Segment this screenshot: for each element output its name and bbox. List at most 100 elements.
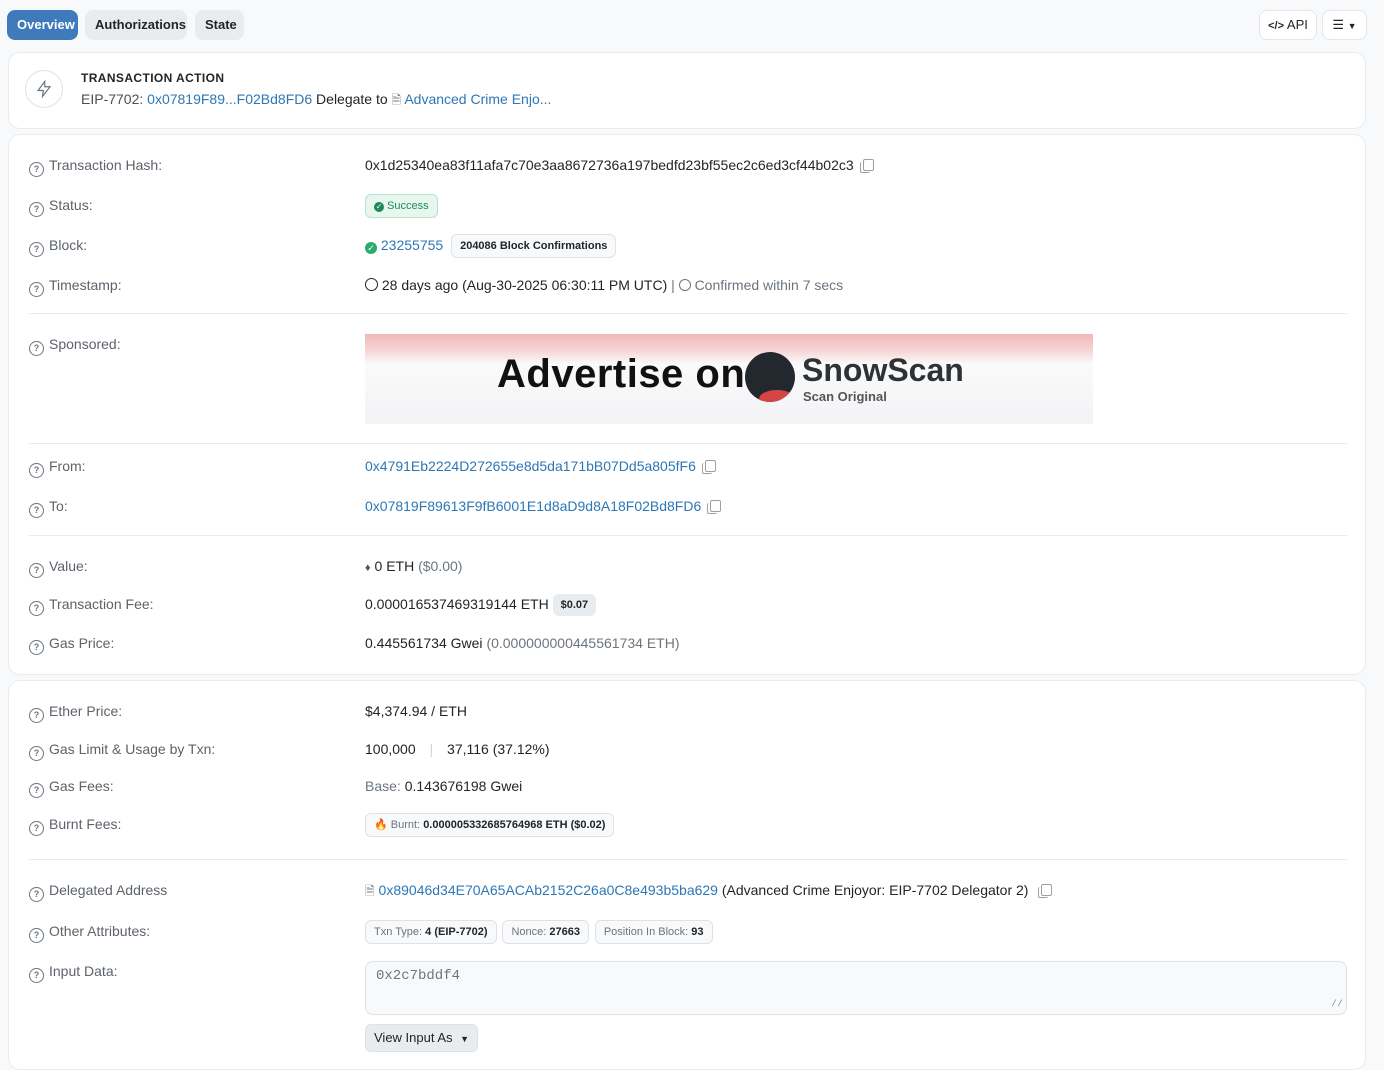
ether-price-label: Ether Price: — [49, 703, 123, 719]
help-icon: ? — [29, 928, 44, 943]
contract-file-icon: 🗎 — [391, 93, 402, 107]
from-label: From: — [49, 458, 86, 474]
other-attributes-row: ? Other Attributes: Txn Type: 4 (EIP-7702… — [29, 919, 1347, 945]
other-attributes-label: Other Attributes: — [49, 923, 151, 939]
to-row: ? To: 0x07819F89613F9fB6001E1d8aD9d8A18F0… — [29, 494, 1347, 518]
input-data-textarea[interactable]: 0x2c7bddf4 ⁄⁄ — [365, 961, 1347, 1015]
value-usd: ($0.00) — [418, 558, 463, 574]
burnt-fees-row: ? Burnt Fees: 🔥 Burnt: 0.0000053326857649… — [29, 812, 1347, 838]
fire-icon: 🔥 — [374, 819, 388, 832]
divider — [29, 443, 1347, 444]
timestamp-label: Timestamp: — [49, 277, 122, 293]
tab-state[interactable]: State — [195, 10, 244, 40]
help-icon: ? — [29, 563, 44, 578]
help-icon: ? — [29, 202, 44, 217]
check-circle-icon: ✓ — [365, 242, 377, 254]
help-icon: ? — [29, 640, 44, 655]
delegated-address-link[interactable]: 0x89046d34E70A65ACAb2152C26a0C8e493b5ba6… — [379, 882, 718, 898]
txn-type-badge: Txn Type: 4 (EIP-7702) — [365, 920, 497, 945]
confirmations-badge: 204086 Block Confirmations — [451, 234, 617, 259]
help-icon: ? — [29, 503, 44, 518]
value-label: Value: — [49, 558, 88, 574]
gas-price-eth: (0.000000000445561734 ETH) — [486, 635, 680, 651]
contract-file-icon: 🗎 — [365, 884, 375, 898]
chevron-down-icon: ▼ — [1347, 21, 1357, 31]
divider — [29, 535, 1347, 536]
api-label: API — [1286, 17, 1308, 32]
options-button[interactable]: ☰ ▼ — [1322, 10, 1367, 40]
timestamp-separator: | — [671, 277, 675, 293]
gas-price-gwei: 0.445561734 Gwei — [365, 635, 483, 651]
status-badge: ✓ Success — [365, 194, 438, 219]
stopwatch-icon — [678, 279, 691, 291]
sponsored-label: Sponsored: — [49, 336, 121, 352]
delegated-label: Delegated Address — [49, 882, 168, 898]
position-badge: Position In Block: 93 — [594, 920, 713, 945]
input-data-value: 0x2c7bddf4 — [376, 968, 461, 984]
gas-limit-value: 100,000 — [365, 741, 416, 757]
status-row: ? Status: ✓ Success — [29, 193, 1347, 219]
gas-price-label: Gas Price: — [49, 635, 115, 651]
divider — [29, 313, 1347, 314]
action-target-link[interactable]: Advanced Crime Enjo... — [404, 91, 551, 107]
action-address-link[interactable]: 0x07819F89...F02Bd8FD6 — [147, 91, 312, 107]
action-line: EIP-7702: 0x07819F89...F02Bd8FD6 Delegat… — [81, 91, 551, 112]
view-input-label: View Input As — [374, 1030, 453, 1045]
gas-limit-label: Gas Limit & Usage by Txn: — [49, 741, 216, 757]
view-input-as-button[interactable]: View Input As ▼ — [365, 1024, 479, 1052]
help-icon: ? — [29, 463, 44, 478]
help-icon: ? — [29, 708, 44, 723]
tx-hash-row: ? Transaction Hash: 0x1d25340ea83f11afa7c… — [29, 153, 1347, 177]
confirmed-within: Confirmed within 7 secs — [694, 277, 844, 293]
copy-icon[interactable] — [1038, 884, 1053, 898]
more-details-card: ? Ether Price: $4,374.94 / ETH ? Gas Limit… — [8, 680, 1366, 1070]
from-address-link[interactable]: 0x4791Eb2224D272655e8d5da171bB07Dd5a805f… — [365, 458, 696, 474]
sponsored-banner[interactable]: Advertise on SnowScan Scan Original — [365, 334, 1093, 424]
gas-fees-row: ? Gas Fees: Base: 0.143676198 Gwei — [29, 774, 1347, 798]
fee-label: Transaction Fee: — [49, 596, 154, 612]
help-icon: ? — [29, 601, 44, 616]
action-prefix: EIP-7702: — [81, 91, 144, 107]
divider — [29, 859, 1347, 860]
help-icon: ? — [29, 341, 44, 356]
block-label: Block: — [49, 237, 88, 253]
help-icon: ? — [29, 821, 44, 836]
gas-limit-row: ? Gas Limit & Usage by Txn: 100,000 | 37,… — [29, 737, 1347, 761]
tab-authorizations[interactable]: Authorizations — [85, 10, 187, 40]
base-fee-label: Base: — [365, 778, 401, 794]
to-address-link[interactable]: 0x07819F89613F9fB6001E1d8aD9d8A18F02Bd8F… — [365, 498, 701, 514]
to-label: To: — [49, 498, 68, 514]
block-link[interactable]: 23255755 — [381, 237, 443, 253]
burnt-fees-label: Burnt Fees: — [49, 816, 122, 832]
check-circle-icon: ✓ — [374, 202, 384, 213]
value-row: ? Value: ♦ 0 ETH ($0.00) — [29, 554, 1347, 578]
timestamp-row: ? Timestamp: 28 days ago (Aug-30-2025 06:… — [29, 273, 1347, 297]
ether-price-row: ? Ether Price: $4,374.94 / ETH — [29, 699, 1347, 723]
top-bar: Overview Authorizations State </> API ☰ … — [0, 0, 1384, 50]
list-icon: ☰ — [1332, 17, 1345, 32]
burnt-fees-badge: 🔥 Burnt: 0.000005332685764968 ETH ($0.02… — [365, 813, 615, 838]
api-button[interactable]: </> API — [1259, 10, 1317, 40]
copy-icon[interactable] — [707, 500, 722, 514]
gas-fees-label: Gas Fees: — [49, 778, 114, 794]
help-icon: ? — [29, 746, 44, 761]
resize-handle-icon[interactable]: ⁄⁄ — [1331, 999, 1343, 1011]
help-icon: ? — [29, 783, 44, 798]
status-label: Status: — [49, 197, 93, 213]
gas-usage-value: 37,116 (37.12%) — [447, 741, 550, 757]
help-icon: ? — [29, 242, 44, 257]
gas-limit-separator: | — [429, 741, 434, 757]
copy-icon[interactable] — [701, 460, 716, 474]
burnt-value: 0.000005332685764968 ETH ($0.02) — [423, 819, 606, 832]
delegated-row: ? Delegated Address 🗎 0x89046d34E70A65ACA… — [29, 878, 1347, 902]
details-card: ? Transaction Hash: 0x1d25340ea83f11afa7c… — [8, 134, 1366, 675]
delegated-name: (Advanced Crime Enjoyor: EIP-7702 Delega… — [721, 882, 1029, 898]
copy-icon[interactable] — [859, 159, 874, 173]
block-row: ? Block: ✓ 23255755 204086 Block Confirma… — [29, 233, 1347, 259]
tab-overview[interactable]: Overview — [7, 10, 78, 40]
from-row: ? From: 0x4791Eb2224D272655e8d5da171bB07D… — [29, 454, 1347, 478]
ad-subtitle: Scan Original — [803, 389, 887, 404]
ad-text: Advertise on — [497, 352, 746, 396]
clock-icon — [365, 278, 378, 291]
ethereum-icon: ♦ — [365, 562, 371, 574]
